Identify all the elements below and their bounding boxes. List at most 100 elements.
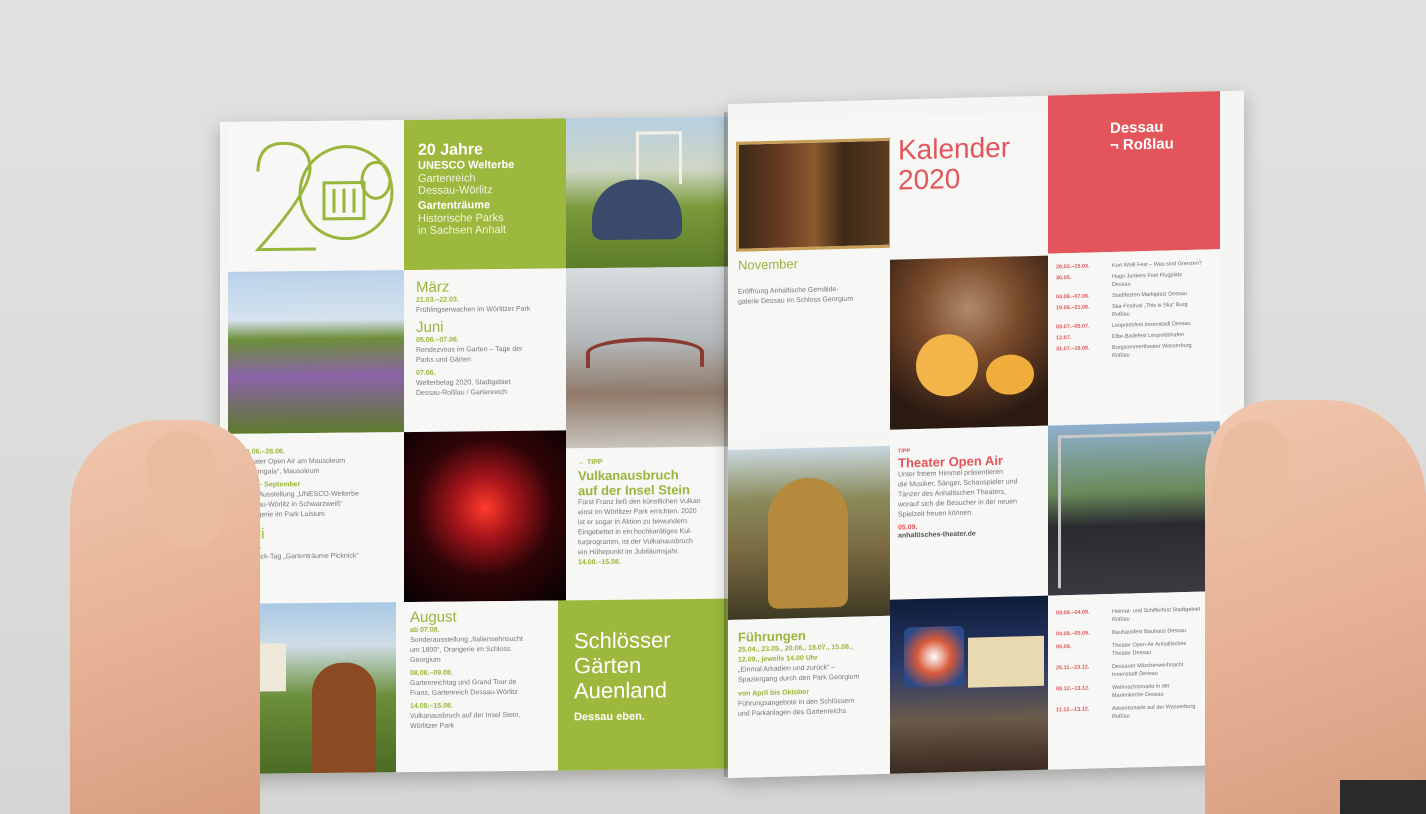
header-years: 20 Jahre bbox=[418, 141, 483, 159]
slogan-line-2: Gärten bbox=[574, 652, 642, 679]
photographer-shape bbox=[312, 662, 376, 774]
bridge-shape bbox=[586, 336, 704, 369]
building-projection bbox=[904, 625, 964, 688]
stage-truss bbox=[1058, 431, 1214, 589]
painting-image bbox=[736, 137, 890, 252]
event-text: Elbe-Badefest Leopoldshafen bbox=[1112, 332, 1185, 340]
sleeve bbox=[1340, 780, 1426, 814]
month-july: Juli bbox=[242, 525, 390, 543]
event-date: 05.09. bbox=[1056, 644, 1072, 651]
event-date: 30.05. bbox=[1056, 275, 1072, 282]
onion-shape-2 bbox=[986, 353, 1034, 396]
calendar-title-1: Kalender bbox=[898, 131, 1011, 166]
november-cell: Eröffnung Anhaltische Gemälde- galerie D… bbox=[728, 279, 890, 434]
brochure-left-page: 20 Jahre UNESCO Welterbe Gartenreich Des… bbox=[220, 116, 728, 774]
event-text: Bauhausfest Bauhaus Dessau bbox=[1112, 628, 1186, 636]
event-date: 31.07.–16.08. bbox=[1056, 345, 1090, 353]
event-row: 04.06.–07.06. Stadtfesten Marktplatz Des… bbox=[1056, 289, 1212, 301]
august-cell: August ab 07.08. Sonderausstellung „Ital… bbox=[396, 600, 558, 773]
event-text: Burgsommertheater Wasserburg Roßlau bbox=[1112, 342, 1192, 359]
crocus-photo bbox=[228, 270, 404, 434]
august-text-3b: Wörlitzer Park bbox=[410, 722, 454, 731]
header-dreams: Gartenträume bbox=[418, 199, 491, 212]
statue-photo bbox=[728, 445, 890, 620]
event-text: Heimat- und Schifferfest Stadtgebiet Roß… bbox=[1112, 606, 1201, 623]
slogan-line-1: Schlösser bbox=[574, 627, 671, 654]
tip-title-2: auf der Insel Stein bbox=[578, 482, 690, 499]
header-garden-2: Dessau-Wörlitz bbox=[418, 184, 493, 197]
theatre-text-1b: „Operngala“, Mausoleum bbox=[242, 467, 320, 476]
july-text: Picknick-Tag „Gartenträume Picknick“ bbox=[242, 552, 359, 561]
picnic-photo bbox=[566, 116, 728, 269]
event-date: 25.11.–23.12. bbox=[1056, 664, 1090, 672]
event-row: 05.09. Theater Open Air Anhaltisches The… bbox=[1056, 639, 1212, 659]
logo-20-icon bbox=[254, 141, 394, 252]
calendar-title-cell: Kalender 2020 bbox=[890, 113, 1048, 258]
event-text: Hugo Junkers Fest Flugplatz Dessau bbox=[1112, 272, 1183, 288]
building-facade bbox=[968, 635, 1044, 688]
event-text: Weihnachtsmarkt in der Marienkirche Dess… bbox=[1112, 683, 1170, 699]
event-row: 12.07. Elbe-Badefest Leopoldshafen bbox=[1056, 330, 1212, 342]
event-date: 28.02.–15.03. bbox=[1056, 263, 1090, 271]
march-text-1: Frühlingserwachen im Wörlitzer Park bbox=[416, 305, 531, 314]
month-june: Juni bbox=[416, 318, 444, 336]
august-text-1c: Georgium bbox=[410, 656, 441, 665]
brand-line-2: ¬ Roßlau bbox=[1110, 135, 1174, 154]
onion-shape-1 bbox=[916, 333, 978, 398]
event-text: Kurt Weill Fest – Was sind Grenzen? bbox=[1112, 260, 1202, 269]
event-row: 08.12.–13.12. Weihnachtsmarkt in der Mar… bbox=[1056, 681, 1212, 701]
event-row: 04.09.–05.09. Bauhausfest Bauhaus Dessau bbox=[1056, 626, 1212, 638]
event-date: 12.07. bbox=[1056, 335, 1072, 342]
event-date: 03.09.–04.09. bbox=[1056, 609, 1090, 617]
brochure-right-page: November Kalender 2020 Dessau ¬ Roßlau E… bbox=[728, 90, 1244, 779]
event-row: 28.02.–15.03. Kurt Weill Fest – Was sind… bbox=[1056, 259, 1212, 271]
painting-cell: November bbox=[728, 117, 890, 285]
march-june-cell: März 21.03.–22.03. Frühlingserwachen im … bbox=[404, 268, 566, 433]
events-top-cell: 28.02.–15.03. Kurt Weill Fest – Was sind… bbox=[1048, 249, 1220, 426]
event-date: 08.12.–13.12. bbox=[1056, 685, 1090, 693]
header-parks-2: in Sachsen Anhalt bbox=[418, 224, 507, 237]
winter-bridge-photo bbox=[566, 266, 728, 449]
open-air-stage-photo bbox=[1048, 421, 1220, 596]
tip-date: 14.08.–15.08. bbox=[578, 558, 621, 567]
event-text: Adventsmarkt auf der Wasserburg Roßlau bbox=[1112, 703, 1196, 720]
anniversary-header: 20 Jahre UNESCO Welterbe Gartenreich Des… bbox=[404, 118, 566, 271]
calendar-title-2: 2020 bbox=[898, 162, 961, 196]
event-text: Leopoldsfest Innenstadt Dessau bbox=[1112, 320, 1191, 329]
month-august: August bbox=[410, 608, 457, 627]
slogan-tagline: Dessau eben. bbox=[574, 710, 645, 724]
event-date: 03.07.–05.07. bbox=[1056, 323, 1090, 331]
event-row: 31.07.–16.08. Burgsommertheater Wasserbu… bbox=[1056, 341, 1212, 361]
slogan-line-3: Auenland bbox=[574, 677, 667, 704]
event-text: Ska-Festival „This is Ska“ Burg Roßlau bbox=[1112, 301, 1188, 318]
event-row: 30.05. Hugo Junkers Fest Flugplatz Dessa… bbox=[1056, 270, 1212, 290]
temple-shape bbox=[636, 131, 682, 185]
event-date: 04.09.–05.09. bbox=[1056, 630, 1090, 638]
tip-title-1: Vulkanausbruch bbox=[578, 467, 679, 484]
june-text-2b: Dessau-Roßlau / Gartenreich bbox=[416, 388, 508, 397]
events-bottom-cell: 03.09.–04.09. Heimat- und Schifferfest S… bbox=[1048, 591, 1220, 770]
tours-cell: Führungen 25.04., 23.05., 20.06., 18.07.… bbox=[728, 615, 890, 778]
theatre-text-2c: Orangerie im Park Luisium bbox=[242, 510, 325, 519]
event-text: Theater Open Air Anhaltisches Theater De… bbox=[1112, 640, 1187, 657]
slogan-cell: Schlösser Gärten Auenland Dessau eben. bbox=[558, 598, 728, 771]
theatre-tip-cell: TIPP Theater Open Air Unter freiem Himme… bbox=[890, 425, 1048, 600]
august-text-2b: Franz, Gartenreich Dessau-Wörlitz bbox=[410, 688, 518, 698]
bauhaus-night-photo bbox=[890, 595, 1048, 774]
event-row: 11.12.–13.12. Adventsmarkt auf der Wasse… bbox=[1056, 702, 1212, 722]
event-row: 19.06.–21.06. Ska-Festival „This is Ska“… bbox=[1056, 300, 1212, 320]
people-shape bbox=[592, 179, 682, 241]
event-row: 25.11.–23.12. Dessauer Märchenweihnacht … bbox=[1056, 660, 1212, 680]
event-date: 19.06.–21.06. bbox=[1056, 304, 1090, 312]
november-month: November bbox=[738, 256, 798, 273]
statue-shape bbox=[768, 476, 848, 609]
event-row: 03.09.–04.09. Heimat- und Schifferfest S… bbox=[1056, 605, 1212, 625]
onion-costume-photo bbox=[890, 255, 1048, 430]
volcano-tip-cell: ← TIPP Vulkanausbruch auf der Insel Stei… bbox=[566, 446, 728, 601]
month-march: März bbox=[416, 278, 450, 296]
logo-20-cell bbox=[228, 120, 404, 272]
brand-cell: Dessau ¬ Roßlau bbox=[1048, 91, 1220, 254]
volcano-photo bbox=[404, 430, 566, 603]
event-text: Dessauer Märchenweihnacht Innenstadt Des… bbox=[1112, 662, 1184, 678]
event-date: 04.06.–07.06. bbox=[1056, 293, 1090, 301]
